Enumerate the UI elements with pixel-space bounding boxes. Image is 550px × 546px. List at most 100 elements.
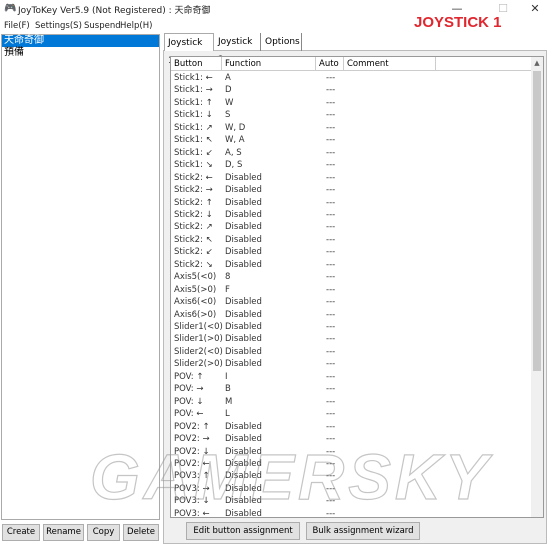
column-header-button[interactable]: Button	[171, 57, 222, 71]
cell-auto: ---	[326, 122, 336, 133]
table-row[interactable]: POV3: ↑ Disabled ---	[171, 470, 532, 483]
column-header-function[interactable]: Function	[222, 57, 316, 71]
cell-function: Disabled	[225, 508, 262, 518]
scrollbar-thumb[interactable]	[533, 71, 541, 371]
cell-button: Stick2: ↖	[174, 234, 213, 245]
table-row[interactable]: Stick1: ↓ S ---	[171, 109, 532, 122]
delete-button[interactable]: Delete	[123, 524, 159, 541]
cell-auto: ---	[326, 197, 336, 208]
menu-file[interactable]: File(F)	[4, 21, 30, 31]
table-row[interactable]: Stick1: ← A ---	[171, 72, 532, 85]
cell-function: Disabled	[225, 197, 262, 208]
table-row[interactable]: POV: ↑ I ---	[171, 371, 532, 384]
cell-auto: ---	[326, 483, 336, 494]
table-row[interactable]: Stick2: ↖ Disabled ---	[171, 234, 532, 247]
table-row[interactable]: Axis5(>0) F ---	[171, 284, 532, 297]
table-row[interactable]: Stick2: ← Disabled ---	[171, 172, 532, 185]
table-row[interactable]: Stick1: ↑ W ---	[171, 97, 532, 110]
profile-item[interactable]: 天命奇御	[2, 35, 159, 47]
table-row[interactable]: POV: ← L ---	[171, 408, 532, 421]
tab-joystick-1[interactable]: Joystick 1	[164, 33, 214, 66]
cell-button: POV3: ↑	[174, 471, 210, 482]
cell-function: W	[225, 97, 234, 108]
cell-function: Disabled	[225, 309, 262, 320]
table-row[interactable]: POV2: ↑ Disabled ---	[171, 421, 532, 434]
table-row[interactable]: Stick2: → Disabled ---	[171, 184, 532, 197]
table-row[interactable]: Slider1(>0) Disabled ---	[171, 333, 532, 346]
table-row[interactable]: POV3: ← Disabled ---	[171, 508, 532, 518]
cell-function: M	[225, 396, 233, 407]
bulk-assignment-wizard-button[interactable]: Bulk assignment wizard	[306, 522, 420, 540]
cell-function: W, D	[225, 122, 246, 133]
rename-button[interactable]: Rename	[43, 524, 84, 541]
menu-suspend[interactable]: Suspend	[84, 21, 121, 31]
cell-button: Stick2: ↓	[174, 209, 213, 220]
close-button[interactable]: ✕	[520, 1, 550, 17]
create-button[interactable]: Create	[2, 524, 40, 541]
joystick-overlay-label: JOYSTICK 1	[414, 14, 502, 31]
table-row[interactable]: Stick2: ↑ Disabled ---	[171, 197, 532, 210]
cell-button: POV2: ↓	[174, 446, 210, 457]
cell-auto: ---	[326, 334, 336, 345]
tab-joystick-2[interactable]: Joystick 2	[215, 33, 261, 65]
table-row[interactable]: Axis5(<0) 8 ---	[171, 271, 532, 284]
cell-auto: ---	[326, 409, 336, 420]
cell-button: POV3: ←	[174, 508, 210, 518]
cell-button: Stick2: ↑	[174, 197, 213, 208]
copy-button[interactable]: Copy	[87, 524, 120, 541]
table-row[interactable]: Stick1: ↘ D, S ---	[171, 159, 532, 172]
tab-options[interactable]: Options	[262, 33, 302, 51]
table-row[interactable]: POV: → B ---	[171, 383, 532, 396]
table-row[interactable]: Stick2: ↙ Disabled ---	[171, 246, 532, 259]
table-row[interactable]: POV3: ↓ Disabled ---	[171, 495, 532, 508]
cell-function: S	[225, 110, 231, 121]
scroll-up-icon[interactable]: ▲	[531, 57, 543, 69]
cell-button: Stick2: ↗	[174, 222, 213, 233]
table-row[interactable]: Stick1: ↙ A, S ---	[171, 147, 532, 160]
menu-settings[interactable]: Settings(S)	[35, 21, 82, 31]
table-row[interactable]: Slider2(<0) Disabled ---	[171, 346, 532, 359]
cell-button: Stick1: ↓	[174, 110, 213, 121]
cell-function: Disabled	[225, 234, 262, 245]
cell-button: Stick2: ←	[174, 172, 213, 183]
profile-list[interactable]: 天命奇御 預備	[1, 34, 160, 520]
vertical-scrollbar[interactable]: ▲	[531, 57, 543, 517]
edit-button-assignment-button[interactable]: Edit button assignment	[186, 522, 300, 540]
table-row[interactable]: Stick2: ↗ Disabled ---	[171, 221, 532, 234]
cell-auto: ---	[326, 185, 336, 196]
table-row[interactable]: POV: ↓ M ---	[171, 396, 532, 409]
cell-button: Axis6(<0)	[174, 297, 217, 308]
table-row[interactable]: Slider2(>0) Disabled ---	[171, 358, 532, 371]
table-row[interactable]: Stick2: ↘ Disabled ---	[171, 259, 532, 272]
table-row[interactable]: POV2: → Disabled ---	[171, 433, 532, 446]
cell-function: Disabled	[225, 446, 262, 457]
cell-function: Disabled	[225, 185, 262, 196]
table-row[interactable]: Stick2: ↓ Disabled ---	[171, 209, 532, 222]
table-row[interactable]: POV2: ← Disabled ---	[171, 458, 532, 471]
cell-function: D	[225, 85, 232, 96]
column-header-auto[interactable]: Auto	[316, 57, 344, 71]
table-row[interactable]: Axis6(<0) Disabled ---	[171, 296, 532, 309]
table-row[interactable]: Stick1: → D ---	[171, 84, 532, 97]
table-row[interactable]: Axis6(>0) Disabled ---	[171, 309, 532, 322]
table-row[interactable]: Stick1: ↖ W, A ---	[171, 134, 532, 147]
table-row[interactable]: Slider1(<0) Disabled ---	[171, 321, 532, 334]
cell-function: Disabled	[225, 359, 262, 370]
cell-button: Stick1: →	[174, 85, 213, 96]
table-row[interactable]: POV2: ↓ Disabled ---	[171, 446, 532, 459]
cell-function: Disabled	[225, 421, 262, 432]
table-row[interactable]: POV3: → Disabled ---	[171, 483, 532, 496]
cell-function: Disabled	[225, 346, 262, 357]
cell-auto: ---	[326, 97, 336, 108]
table-row[interactable]: Stick1: ↗ W, D ---	[171, 122, 532, 135]
cell-function: Disabled	[225, 172, 262, 183]
menu-help[interactable]: Help(H)	[120, 21, 152, 31]
column-header-comment[interactable]: Comment	[344, 57, 436, 71]
cell-button: POV: ↑	[174, 371, 204, 382]
cell-auto: ---	[326, 160, 336, 171]
profile-item[interactable]: 預備	[2, 47, 159, 59]
cell-button: Stick1: ↘	[174, 160, 213, 171]
window-title: JoyToKey Ver5.9 (Not Registered) : 天命奇御	[18, 6, 211, 16]
cell-auto: ---	[326, 309, 336, 320]
cell-function: Disabled	[225, 259, 262, 270]
